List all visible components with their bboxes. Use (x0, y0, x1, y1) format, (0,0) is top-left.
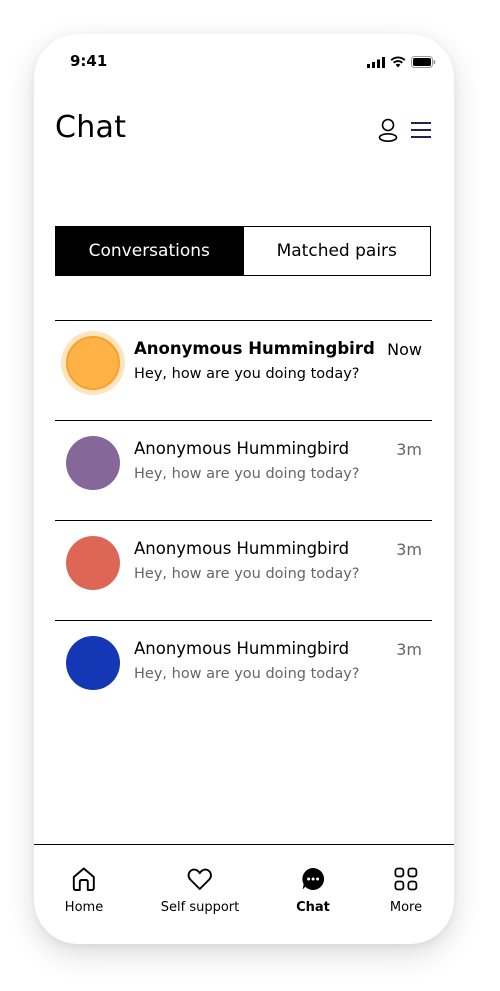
profile-icon[interactable] (378, 118, 398, 146)
nav-more[interactable]: More (390, 865, 422, 915)
conversation-row[interactable]: Anonymous Hummingbird Hey, how are you d… (55, 420, 432, 520)
avatar (66, 636, 120, 690)
conversation-row[interactable]: Anonymous Hummingbird Hey, how are you d… (55, 520, 432, 620)
avatar (66, 336, 120, 390)
nav-chat[interactable]: Chat (296, 865, 330, 915)
conversation-time: 3m (396, 440, 422, 459)
conversation-name: Anonymous Hummingbird (134, 639, 350, 658)
conversation-name: Anonymous Hummingbird (134, 439, 350, 458)
page-title: Chat (55, 110, 127, 145)
header-actions (378, 118, 432, 146)
conversation-row[interactable]: Anonymous Hummingbird Hey, how are you d… (55, 320, 432, 420)
battery-icon (411, 53, 436, 72)
status-time: 9:41 (70, 52, 108, 70)
chat-bubble-icon (296, 865, 330, 893)
conversation-time: Now (387, 340, 422, 359)
conversation-time: 3m (396, 640, 422, 659)
conversation-time: 3m (396, 540, 422, 559)
nav-chat-label: Chat (296, 900, 330, 915)
nav-home-label: Home (64, 900, 104, 915)
tab-bar: Conversations Matched pairs (55, 226, 431, 276)
tab-conversations[interactable]: Conversations (56, 227, 243, 275)
nav-self-support[interactable]: Self support (161, 865, 239, 915)
conversation-preview: Hey, how are you doing today? (134, 366, 360, 382)
phone-frame: 9:41 Chat Conversations Matched pairs An… (34, 34, 454, 944)
menu-icon[interactable] (410, 121, 432, 143)
status-icons (367, 53, 436, 72)
signal-icon (367, 53, 385, 72)
tab-matched-pairs[interactable]: Matched pairs (242, 227, 431, 275)
conversation-name: Anonymous Hummingbird (134, 339, 375, 358)
conversation-list: Anonymous Hummingbird Hey, how are you d… (55, 320, 432, 720)
conversation-preview: Hey, how are you doing today? (134, 666, 360, 682)
conversation-preview: Hey, how are you doing today? (134, 466, 360, 482)
home-icon (65, 865, 103, 893)
nav-self-support-label: Self support (160, 900, 240, 915)
avatar (66, 536, 120, 590)
conversation-name: Anonymous Hummingbird (134, 539, 350, 558)
nav-more-label: More (389, 900, 423, 915)
bottom-nav: Home Self support Chat More (34, 844, 454, 944)
avatar (66, 436, 120, 490)
nav-home[interactable]: Home (65, 865, 103, 915)
conversation-row[interactable]: Anonymous Hummingbird Hey, how are you d… (55, 620, 432, 720)
conversation-preview: Hey, how are you doing today? (134, 566, 360, 582)
wifi-icon (390, 53, 406, 72)
heart-icon (161, 865, 239, 893)
grid-icon (390, 865, 422, 893)
